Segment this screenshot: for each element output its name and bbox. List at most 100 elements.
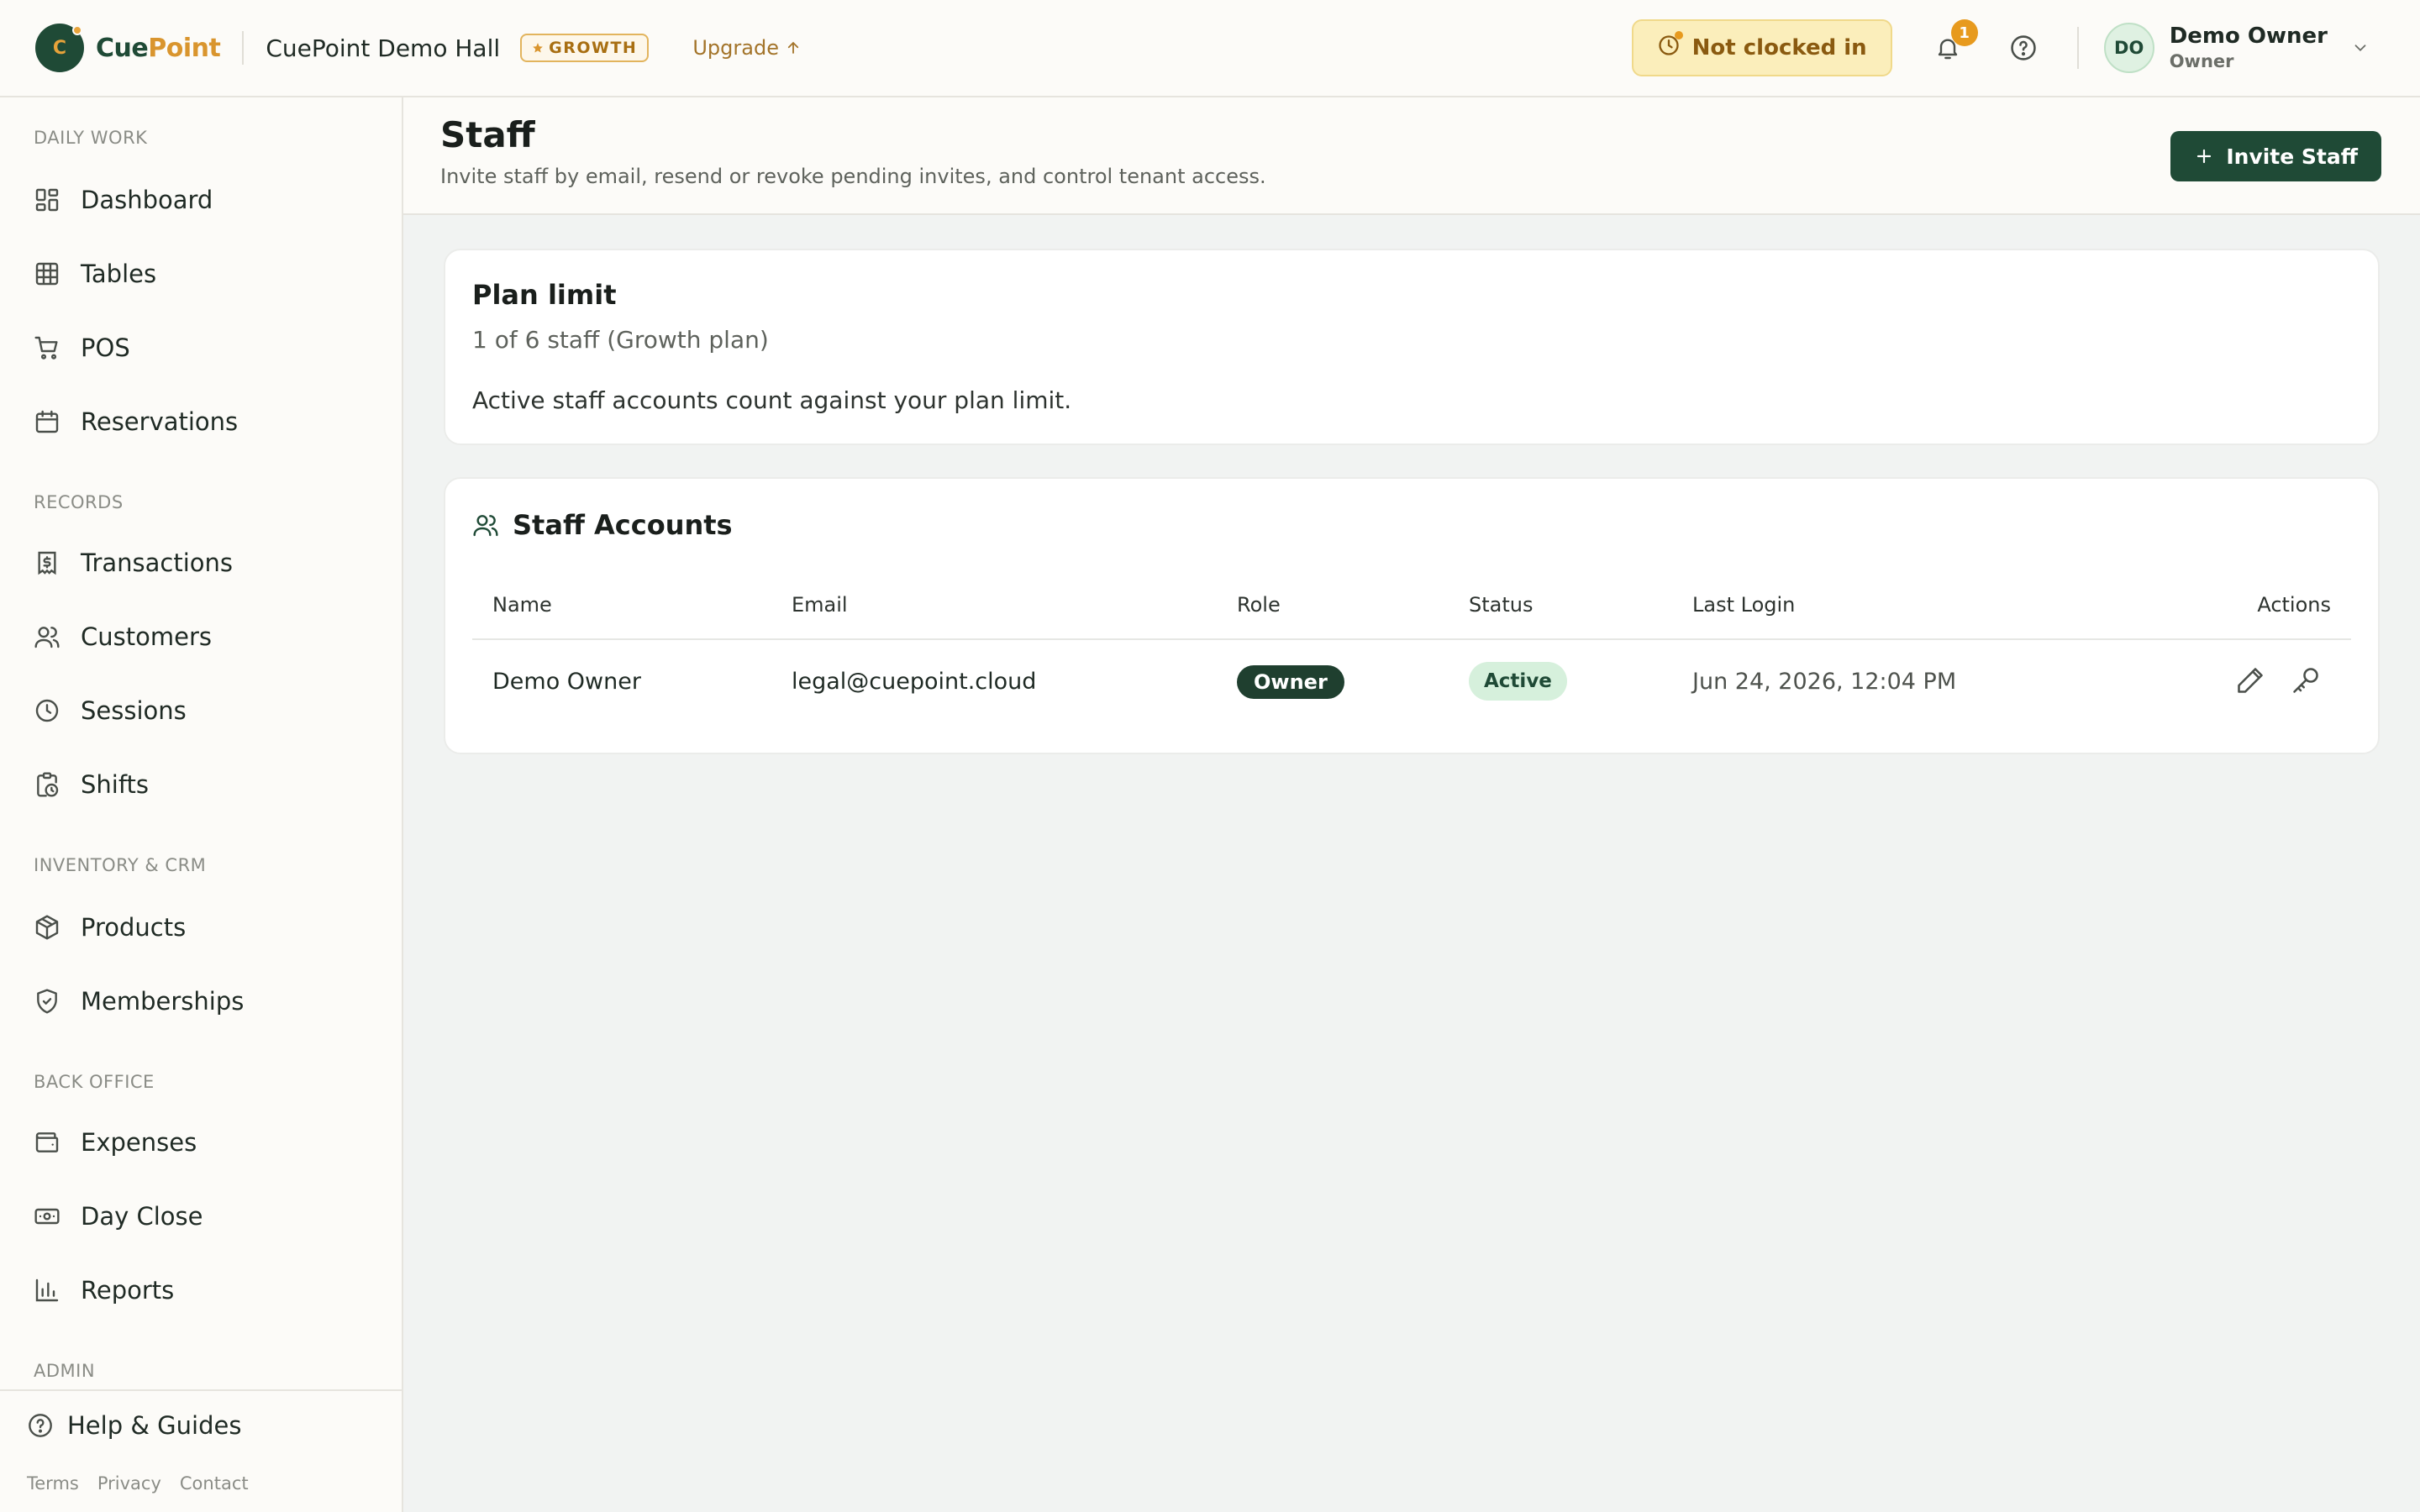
status-badge: Active <box>1469 662 1567 701</box>
grid-icon <box>35 262 59 286</box>
help-guides-link[interactable]: Help & Guides <box>27 1411 241 1440</box>
key-icon <box>2293 668 2318 693</box>
brand-logo[interactable]: C CuePoint <box>35 24 221 72</box>
section-records: RECORDS <box>34 492 124 512</box>
sidebar-item-memberships[interactable]: Memberships <box>34 976 244 1026</box>
invite-staff-button[interactable]: Invite Staff <box>2170 131 2381 181</box>
cell-last-login: Jun 24, 2026, 12:04 PM <box>1692 669 1957 695</box>
divider <box>242 31 245 65</box>
user-role: Owner <box>2169 50 2234 71</box>
plan-limit-count: 1 of 6 staff (Growth plan) <box>472 326 769 354</box>
sidebar-item-label: Dashboard <box>81 186 213 214</box>
plus-icon <box>2197 149 2212 164</box>
package-icon <box>35 915 59 940</box>
column-header-role[interactable]: Role <box>1237 593 1281 617</box>
pencil-icon <box>2238 668 2263 693</box>
sidebar-item-label: Reservations <box>81 407 239 436</box>
sidebar-item-label: Reports <box>81 1276 175 1305</box>
sidebar-item-label: Expenses <box>81 1128 197 1157</box>
brand-name-part2: Point <box>148 33 221 63</box>
chevron-down-icon <box>2354 45 2366 52</box>
sidebar-item-day-close[interactable]: Day Close <box>34 1191 203 1242</box>
star-icon <box>533 43 543 53</box>
logo-letter: C <box>52 37 67 59</box>
section-inventory: INVENTORY & CRM <box>34 855 207 875</box>
sidebar-item-sessions[interactable]: Sessions <box>34 685 187 736</box>
top-bar: C CuePoint CuePoint Demo Hall GROWTH Upg… <box>0 0 2420 97</box>
sidebar-item-reservations[interactable]: Reservations <box>34 396 238 447</box>
banknote-icon <box>34 1208 60 1225</box>
plan-badge-label: GROWTH <box>549 39 638 57</box>
upgrade-link[interactable]: Upgrade <box>692 36 801 60</box>
bar-chart-icon <box>35 1278 59 1302</box>
sidebar-item-pos[interactable]: POS <box>34 323 130 373</box>
plan-limit-title: Plan limit <box>472 279 617 311</box>
calendar-icon <box>35 410 59 433</box>
sidebar-item-dashboard[interactable]: Dashboard <box>34 175 213 225</box>
notification-count-badge: 1 <box>1950 19 1978 46</box>
venue-name: CuePoint Demo Hall <box>266 34 501 62</box>
sidebar-item-label: Memberships <box>81 987 245 1016</box>
terms-link[interactable]: Terms <box>27 1473 79 1494</box>
page-title: Staff <box>440 114 535 155</box>
dashboard-icon <box>35 188 59 212</box>
section-daily-work: DAILY WORK <box>34 128 148 148</box>
cell-email: legal@cuepoint.cloud <box>792 669 1037 695</box>
help-guides-label: Help & Guides <box>67 1411 242 1440</box>
notifications-button[interactable]: 1 <box>1923 19 1978 73</box>
sidebar-item-label: Day Close <box>81 1202 203 1231</box>
section-back-office: BACK OFFICE <box>34 1072 155 1092</box>
receipt-dollar-icon <box>38 551 56 575</box>
divider <box>2076 27 2079 69</box>
page-header: Staff Invite staff by email, resend or r… <box>403 97 2420 215</box>
column-header-actions: Actions <box>2257 593 2331 617</box>
sidebar-item-customers[interactable]: Customers <box>34 612 212 662</box>
privacy-link[interactable]: Privacy <box>97 1473 161 1494</box>
sidebar-item-reports[interactable]: Reports <box>34 1265 174 1315</box>
page-subtitle: Invite staff by email, resend or revoke … <box>440 165 1266 188</box>
sidebar-item-products[interactable]: Products <box>34 902 186 953</box>
arrow-up-icon <box>787 41 799 54</box>
contact-link[interactable]: Contact <box>180 1473 249 1494</box>
brand-name-part1: Cue <box>96 33 149 63</box>
reset-password-button[interactable] <box>2291 665 2321 696</box>
sidebar: DAILY WORK Dashboard Tables POS Reservat… <box>0 97 403 1512</box>
sidebar-item-label: Shifts <box>81 770 150 799</box>
clipboard-clock-icon <box>37 772 59 797</box>
role-badge: Owner <box>1237 665 1344 699</box>
sidebar-item-tables[interactable]: Tables <box>34 249 156 299</box>
plan-badge: GROWTH <box>520 34 650 62</box>
sidebar-item-shifts[interactable]: Shifts <box>34 759 149 810</box>
column-header-email[interactable]: Email <box>792 593 848 617</box>
column-header-last-login[interactable]: Last Login <box>1692 593 1795 617</box>
plan-limit-note: Active staff accounts count against your… <box>472 386 1072 414</box>
clock-icon <box>35 699 59 722</box>
clock-status-button[interactable]: Not clocked in <box>1631 19 1892 76</box>
brand-name: CuePoint <box>96 33 221 63</box>
help-circle-icon <box>2010 35 2036 60</box>
shield-check-icon <box>37 989 57 1014</box>
clock-icon <box>1657 30 1683 63</box>
staff-accounts-card: Staff Accounts Name Email Role Status La… <box>444 477 2380 754</box>
column-header-name[interactable]: Name <box>492 593 552 617</box>
sidebar-item-label: POS <box>81 333 130 362</box>
clock-status-label: Not clocked in <box>1691 35 1867 60</box>
invite-staff-label: Invite Staff <box>2226 144 2358 169</box>
edit-button[interactable] <box>2235 665 2265 696</box>
sidebar-item-label: Sessions <box>81 696 187 725</box>
help-button[interactable] <box>1998 23 2049 73</box>
logo-icon: C <box>35 24 84 72</box>
cell-name: Demo Owner <box>492 669 641 695</box>
sidebar-item-expenses[interactable]: Expenses <box>34 1117 197 1168</box>
staff-accounts-heading: Staff Accounts <box>472 509 733 541</box>
sidebar-item-label: Customers <box>81 622 212 651</box>
sidebar-item-transactions[interactable]: Transactions <box>34 538 233 588</box>
sidebar-item-label: Products <box>81 913 187 942</box>
staff-accounts-title: Staff Accounts <box>513 509 733 541</box>
help-circle-icon <box>29 1414 52 1437</box>
column-header-status[interactable]: Status <box>1469 593 1533 617</box>
section-admin: ADMIN <box>34 1361 96 1381</box>
users-icon <box>34 627 60 648</box>
user-menu[interactable]: DO Demo Owner Owner <box>2103 23 2370 73</box>
users-icon <box>473 515 498 537</box>
